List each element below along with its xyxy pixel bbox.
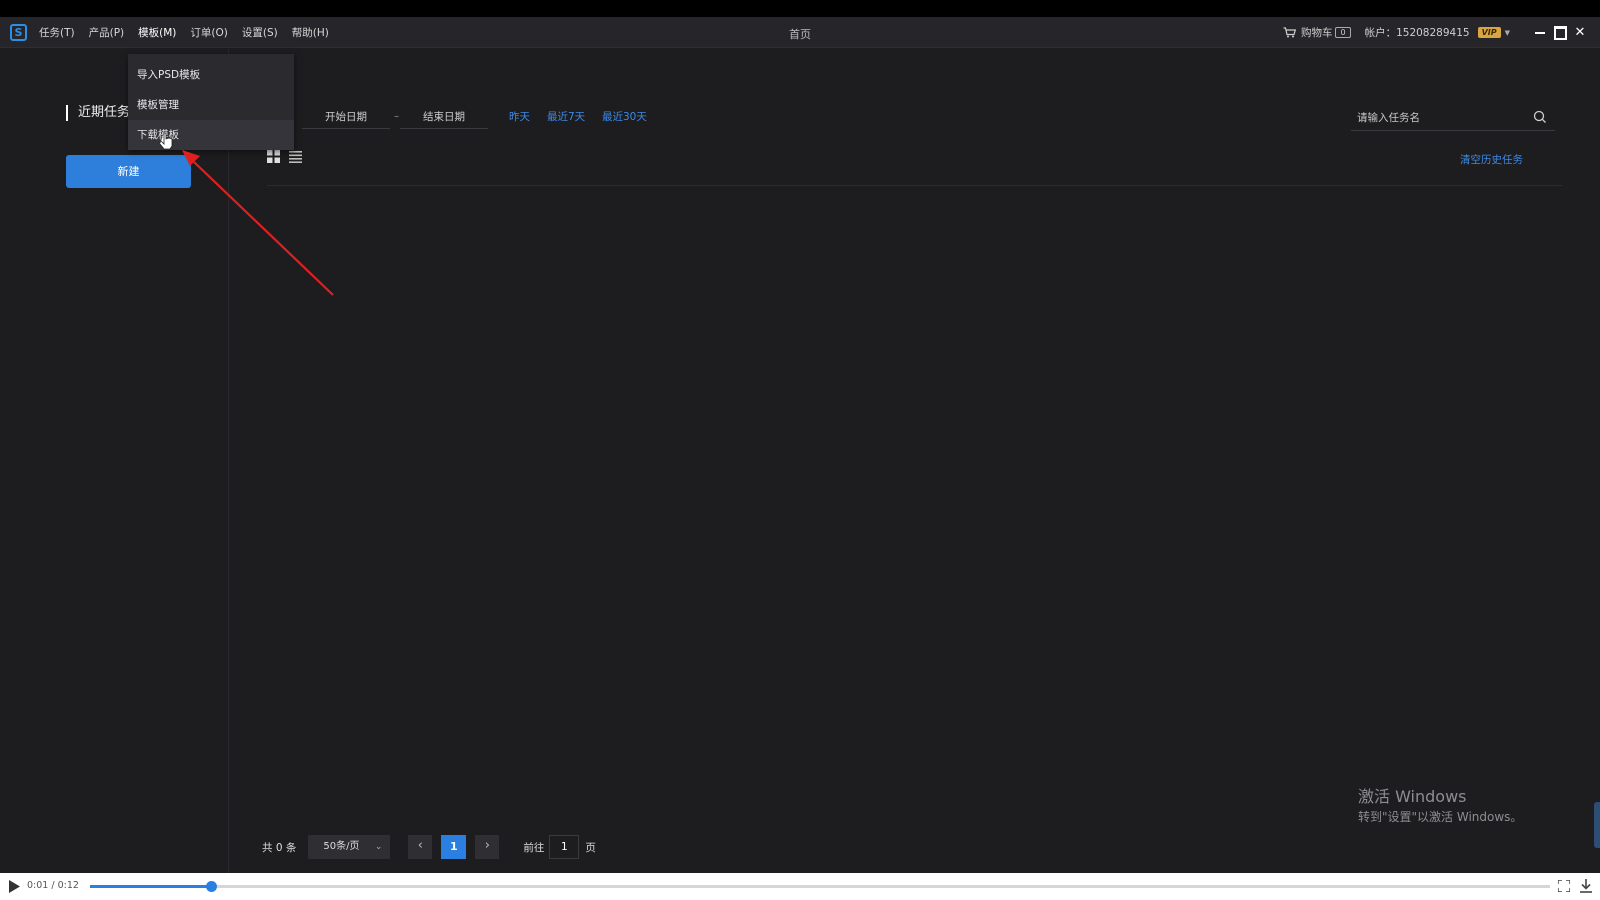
- menu-item-download-template[interactable]: 下载模板: [128, 120, 294, 150]
- grid-view-icon[interactable]: [267, 150, 280, 163]
- end-date-field[interactable]: 结束日期: [400, 105, 488, 129]
- cart-label[interactable]: 购物车: [1301, 25, 1333, 40]
- seek-track[interactable]: [90, 881, 1550, 892]
- quick-filter-yesterday[interactable]: 昨天: [509, 105, 530, 129]
- title-bar: S 任务(T) 产品(P) 模板(M) 订单(O) 设置(S) 帮助(H) 首页…: [0, 17, 1600, 48]
- app-logo-icon: S: [10, 24, 27, 41]
- template-menu-dropdown: 导入PSD模板 模板管理 下载模板: [128, 54, 294, 150]
- search-icon[interactable]: [1533, 110, 1547, 124]
- download-icon[interactable]: [1580, 879, 1592, 893]
- search-input[interactable]: [1357, 109, 1517, 127]
- windows-activation-watermark: 激活 Windows 转到"设置"以激活 Windows。: [1358, 787, 1522, 826]
- menu-task[interactable]: 任务(T): [39, 25, 75, 40]
- account-label: 帐户：15208289415: [1364, 27, 1470, 39]
- menu-item-import-psd-template[interactable]: 导入PSD模板: [128, 60, 294, 90]
- page-number-current[interactable]: 1: [441, 835, 467, 859]
- menu-order[interactable]: 订单(O): [190, 25, 227, 40]
- app-window: S 任务(T) 产品(P) 模板(M) 订单(O) 设置(S) 帮助(H) 首页…: [0, 17, 1600, 873]
- account-area: 购物车 0 帐户：15208289415 VIP ▼: [1283, 17, 1510, 48]
- window-controls: ✕: [1530, 17, 1590, 48]
- date-separator: –: [394, 111, 399, 122]
- clear-history-link[interactable]: 清空历史任务: [1460, 152, 1523, 167]
- top-black-strip: [0, 0, 1600, 17]
- main-content: 开始日期 – 结束日期 昨天 最近7天 最近30天 清空历史任务: [230, 49, 1600, 873]
- menu-product[interactable]: 产品(P): [89, 25, 125, 40]
- close-icon[interactable]: ✕: [1570, 23, 1590, 43]
- menu-bar: 任务(T) 产品(P) 模板(M) 订单(O) 设置(S) 帮助(H): [39, 17, 343, 48]
- minimize-icon[interactable]: [1530, 23, 1550, 43]
- new-button[interactable]: 新建: [66, 155, 191, 188]
- sidebar: 近期任务 新建: [0, 49, 229, 873]
- watermark-subtitle: 转到"设置"以激活 Windows。: [1358, 810, 1523, 824]
- fullscreen-icon[interactable]: [1558, 880, 1570, 892]
- video-player-bar: 0:01 / 0:12: [0, 873, 1600, 900]
- pagination: 共 0 条 50条/页 ⌄ ‹ 1 › 前往 页: [262, 835, 596, 859]
- seek-thumb[interactable]: [206, 881, 218, 892]
- play-icon[interactable]: [9, 880, 20, 893]
- divider: [267, 185, 1562, 186]
- playback-time: 0:01 / 0:12: [27, 880, 79, 891]
- cart-icon[interactable]: [1283, 27, 1296, 38]
- account-dropdown-chevron-icon[interactable]: ▼: [1505, 29, 1510, 37]
- per-page-value: 50条/页: [323, 841, 360, 852]
- watermark-title: 激活 Windows: [1358, 787, 1467, 806]
- menu-settings[interactable]: 设置(S): [242, 25, 278, 40]
- quick-filter-30-days[interactable]: 最近30天: [602, 105, 647, 129]
- list-view-icon[interactable]: [289, 150, 302, 163]
- quick-filter-7-days[interactable]: 最近7天: [547, 105, 585, 129]
- per-page-select[interactable]: 50条/页 ⌄: [308, 835, 391, 859]
- total-count: 共 0 条: [262, 841, 297, 854]
- maximize-icon[interactable]: [1550, 23, 1570, 43]
- window-title: 首页: [789, 28, 811, 41]
- side-edge-tab[interactable]: [1594, 802, 1600, 848]
- goto-label: 前往: [523, 841, 545, 854]
- chevron-down-icon: ⌄: [374, 842, 383, 852]
- goto-page-input[interactable]: [549, 835, 580, 859]
- seek-progress: [90, 885, 212, 888]
- menu-template[interactable]: 模板(M): [138, 25, 176, 40]
- menu-help[interactable]: 帮助(H): [292, 25, 329, 40]
- vip-badge: VIP: [1477, 27, 1501, 38]
- next-page-button[interactable]: ›: [475, 835, 500, 859]
- prev-page-button[interactable]: ‹: [408, 835, 433, 859]
- page-suffix: 页: [585, 841, 596, 854]
- start-date-field[interactable]: 开始日期: [302, 105, 390, 129]
- search-box: [1351, 105, 1555, 131]
- menu-item-template-management[interactable]: 模板管理: [128, 90, 294, 120]
- recent-tasks-label: 近期任务: [66, 105, 130, 121]
- cart-count-badge: 0: [1335, 27, 1351, 38]
